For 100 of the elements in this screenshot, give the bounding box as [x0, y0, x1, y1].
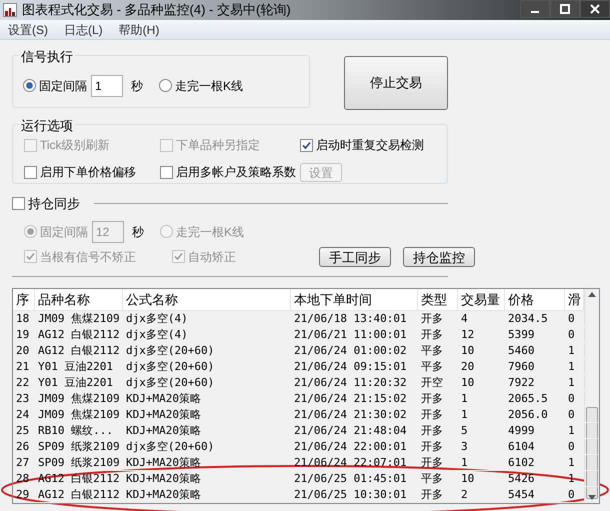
- table-cell-text: 2: [460, 486, 469, 502]
- checkbox[interactable]: [300, 138, 313, 152]
- table-cell-text: 10: [460, 470, 476, 486]
- window-title: 图表程式化交易 - 多品种监控(4) - 交易中(轮询): [22, 1, 291, 20]
- column-header[interactable]: 本地下单时间: [291, 288, 418, 310]
- table-cell-text: 10: [460, 374, 476, 390]
- menu-item[interactable]: 日志(L): [64, 20, 103, 38]
- unit-label: 秒: [132, 224, 144, 240]
- table-cell-text: djx多空(20+60): [125, 358, 216, 374]
- table-cell-text: 2065.5: [507, 390, 549, 406]
- button[interactable]: 停止交易: [344, 56, 448, 110]
- checkbox[interactable]: [160, 166, 173, 179]
- column-header[interactable]: 序: [13, 288, 35, 310]
- table-cell-text: 平多: [420, 358, 444, 374]
- radio-button[interactable]: [159, 79, 172, 92]
- table-cell-text: 21: [15, 358, 30, 374]
- table-cell-text: 20: [460, 358, 476, 374]
- table-cell-text: 4999: [507, 422, 536, 438]
- table-cell-text: djx多空(4): [125, 310, 189, 326]
- maximize-icon[interactable]: [550, 0, 580, 18]
- table-cell-text: 开多: [420, 310, 444, 326]
- table-cell-text: 2056.0: [507, 406, 549, 422]
- table-cell-text: 18: [15, 310, 30, 326]
- table-cell-text: 25: [15, 422, 30, 438]
- close-icon[interactable]: [580, 0, 610, 18]
- table-cell-text: 21/06/25 01:45:01: [293, 470, 408, 486]
- option-label: 持仓同步: [28, 195, 80, 213]
- table-cell-text: 0: [567, 486, 576, 502]
- table-cell-text: 21/06/21 11:00:01: [293, 326, 408, 342]
- option-label: 启用多帐户及策略系数: [176, 164, 296, 182]
- app-icon: [3, 3, 17, 17]
- menu-item[interactable]: 帮助(H): [118, 20, 160, 38]
- column-header[interactable]: 交易量: [458, 288, 505, 310]
- column-header[interactable]: 品种名称: [35, 288, 123, 310]
- table-cell-text: djx多空(20+60): [125, 374, 216, 390]
- table-cell-text: 29: [15, 486, 30, 502]
- minimize-icon[interactable]: [520, 0, 550, 18]
- option-label: 下单品种另指定: [176, 137, 260, 154]
- table-cell-text: 7960: [507, 358, 536, 374]
- table-cell-text: KDJ+MA20策略: [125, 406, 202, 422]
- table-cell-text: 20: [15, 342, 30, 358]
- table-cell-text: 5399: [507, 326, 536, 342]
- table-cell-text: 1: [460, 454, 469, 470]
- table-cell-text: 24: [15, 406, 30, 422]
- table-cell-text: 5454: [507, 486, 536, 502]
- column-header[interactable]: 公式名称: [123, 288, 291, 310]
- column-header[interactable]: 类型: [418, 288, 458, 310]
- table-cell-text: 开空: [420, 374, 444, 390]
- table-cell-text: 23: [15, 390, 30, 406]
- option-label: 走完一根K线: [176, 224, 244, 240]
- table-cell-text: SP09 纸浆2109: [37, 438, 121, 454]
- column-header[interactable]: 价格: [505, 288, 565, 310]
- table-cell-text: 2034.5: [507, 310, 549, 326]
- table-cell-text: RB10 螺纹...: [37, 422, 114, 438]
- table-cell-text: 1: [567, 422, 576, 438]
- menu-item[interactable]: 设置(S): [8, 20, 48, 38]
- option-label: 固定间隔: [40, 224, 88, 240]
- option-label: 自动矫正: [188, 248, 236, 266]
- table-cell-text: Y01 豆油2201: [37, 374, 114, 390]
- table-cell-text: 21/06/24 22:00:01: [293, 438, 408, 454]
- table-cell-text: 0: [567, 310, 576, 326]
- option-label: 启用下单价格偏移: [40, 164, 136, 182]
- checkbox[interactable]: [24, 166, 37, 179]
- radio-button[interactable]: [23, 79, 36, 92]
- table-cell-text: AG12 白银2112: [37, 342, 121, 358]
- interval-field[interactable]: 1: [91, 74, 123, 96]
- table-cell-text: 22: [15, 374, 30, 390]
- table-cell-text: 1: [460, 390, 469, 406]
- table-cell-text: 3: [460, 438, 469, 454]
- table-cell-text: 平多: [420, 470, 444, 486]
- table-cell-text: 开多: [420, 390, 444, 406]
- table-cell-text: 12: [460, 326, 476, 342]
- table-cell-text: 4: [460, 310, 469, 326]
- table-cell-text: 开多: [420, 422, 444, 438]
- table-cell-text: 5460: [507, 342, 536, 358]
- table-cell-text: 1: [567, 374, 576, 390]
- unit-label: 秒: [131, 78, 143, 94]
- table-cell-text: 5426: [507, 470, 536, 486]
- scrollbar[interactable]: [584, 288, 599, 502]
- table-cell-text: 21/06/24 21:48:04: [293, 422, 408, 438]
- table-cell-text: djx多空(4): [125, 326, 189, 342]
- table-cell-text: djx多空(20+60): [125, 438, 216, 454]
- table-cell-text: 6102: [507, 454, 536, 470]
- table-cell-text: 1: [567, 358, 576, 374]
- option-label: 固定间隔: [39, 78, 87, 94]
- table-cell-text: 开多: [420, 326, 444, 342]
- table-cell-text: JM09 焦煤2109: [37, 310, 121, 326]
- table-cell-text: 21/06/24 22:07:01: [293, 454, 408, 470]
- table-cell-text: 0: [567, 326, 576, 342]
- table-cell-text: 0: [567, 406, 576, 422]
- table-cell-text: 开多: [420, 486, 444, 502]
- button[interactable]: 持仓监控: [403, 246, 475, 266]
- table-cell-text: 开多: [420, 438, 444, 454]
- table-cell-text: 10: [460, 342, 476, 358]
- table-cell-text: 1: [567, 454, 576, 470]
- table-cell-text: KDJ+MA20策略: [125, 390, 202, 406]
- table-cell-text: 5: [460, 422, 469, 438]
- table-cell-text: 21/06/24 21:30:02: [293, 406, 408, 422]
- button[interactable]: 手工同步: [319, 246, 391, 266]
- checkbox[interactable]: [12, 197, 25, 210]
